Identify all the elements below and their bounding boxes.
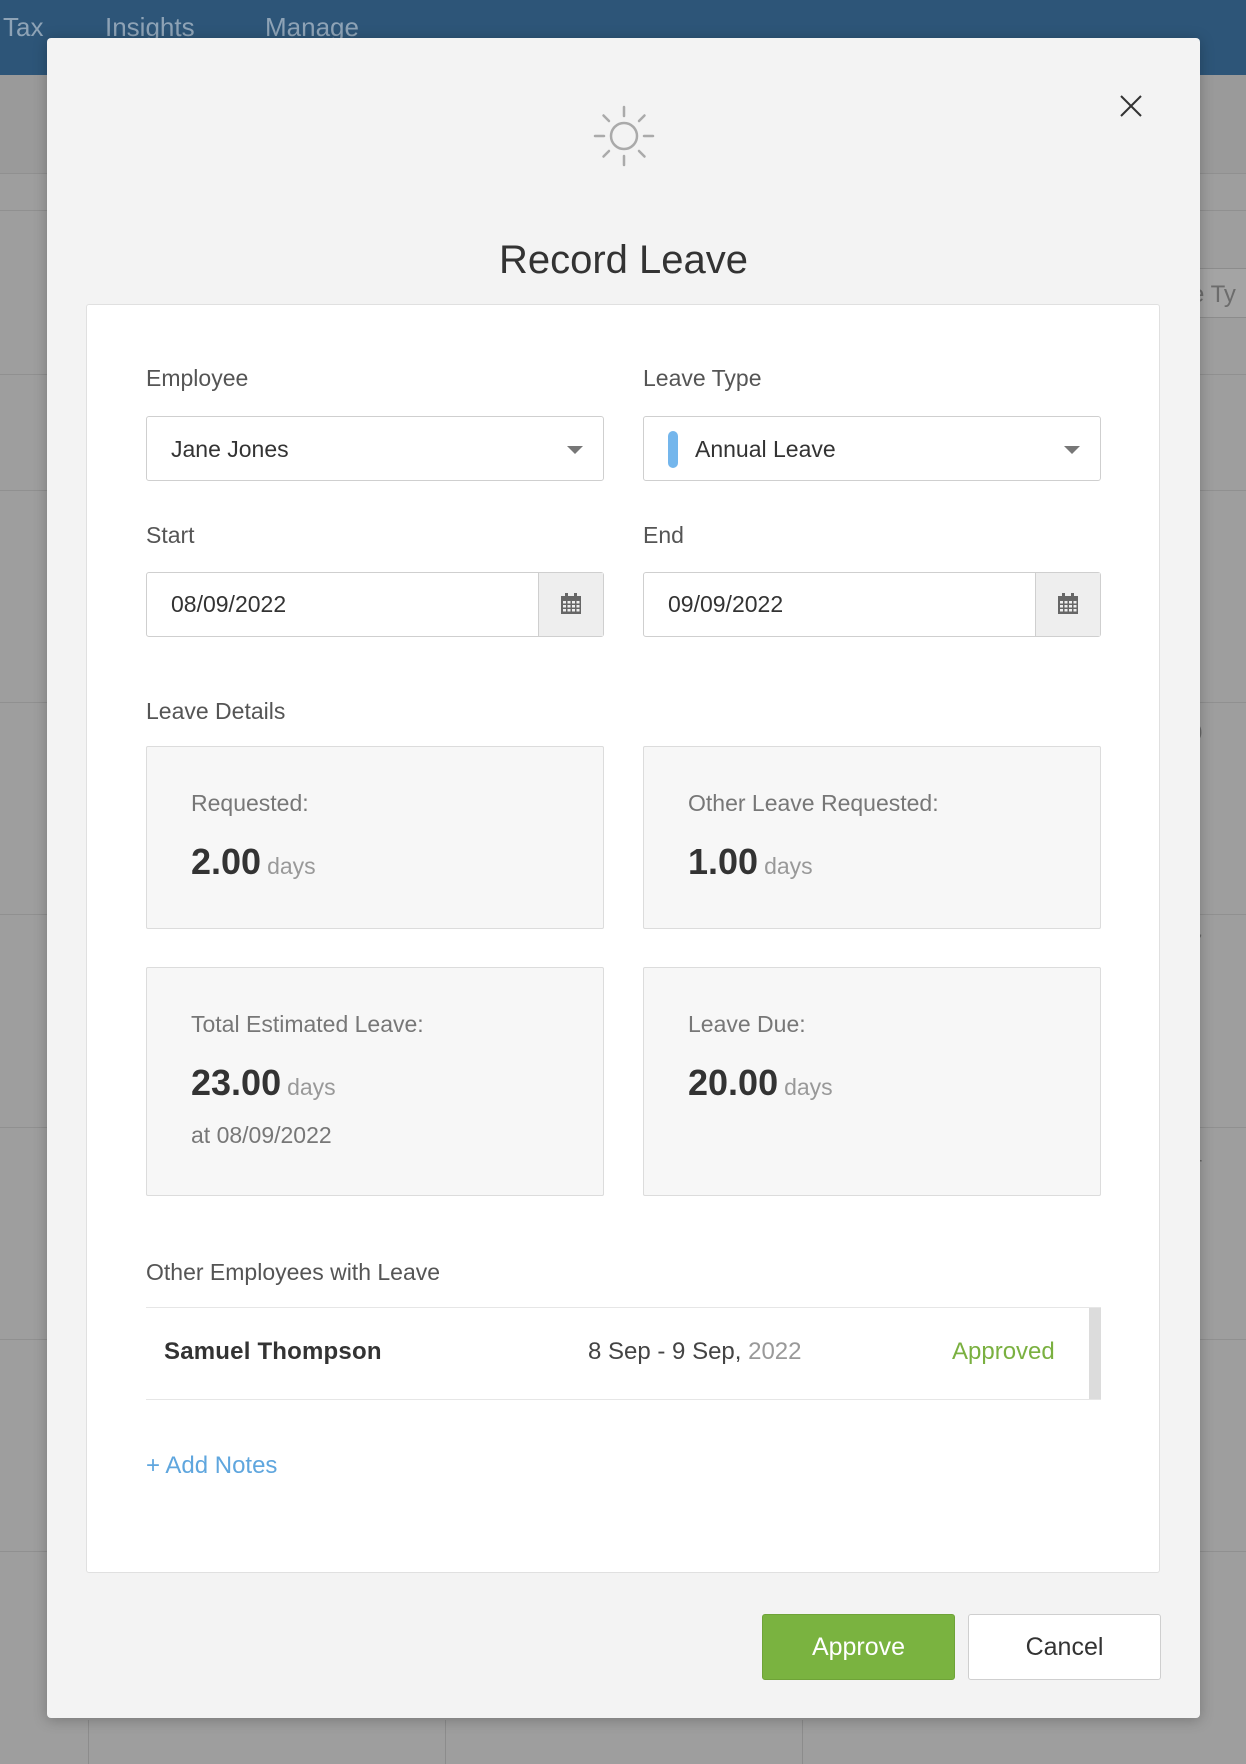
total-estimated-leave-value: 23.00 xyxy=(191,1062,282,1103)
leave-type-label: Leave Type xyxy=(643,365,762,391)
approve-button[interactable]: Approve xyxy=(762,1614,955,1680)
cancel-button[interactable]: Cancel xyxy=(968,1614,1161,1680)
leave-type-select-value: Annual Leave xyxy=(695,436,836,462)
start-date-input[interactable] xyxy=(147,573,537,636)
employee-select[interactable]: Jane Jones xyxy=(146,416,604,481)
leave-due-tile: Leave Due: 20.00 days xyxy=(643,967,1101,1196)
nav-item-tax[interactable]: Tax xyxy=(3,12,43,43)
modal-title: Record Leave xyxy=(498,238,749,282)
chevron-down-icon xyxy=(567,446,583,454)
close-button[interactable] xyxy=(1113,88,1149,124)
start-label: Start xyxy=(146,522,195,548)
background-column-line xyxy=(88,1720,89,1764)
other-employees-heading: Other Employees with Leave xyxy=(146,1259,441,1285)
requested-value-row: 2.00 days xyxy=(191,841,316,883)
leave-due-label: Leave Due: xyxy=(688,1011,806,1037)
leave-type-select[interactable]: Annual Leave xyxy=(643,416,1101,481)
end-label: End xyxy=(643,522,684,548)
other-employees-list: Samuel Thompson 8 Sep - 9 Sep, 2022 Appr… xyxy=(146,1307,1101,1400)
requested-label: Requested: xyxy=(191,790,309,816)
leave-due-value-row: 20.00 days xyxy=(688,1062,833,1104)
background-column-line xyxy=(445,1720,446,1764)
employee-label: Employee xyxy=(146,365,249,391)
other-leave-requested-value-row: 1.00 days xyxy=(688,841,813,883)
start-date-group xyxy=(146,572,604,637)
record-leave-modal: Record Leave Employee Jane Jones Leave T… xyxy=(47,38,1200,1718)
calendar-icon xyxy=(561,593,581,614)
total-estimated-leave-unit: days xyxy=(287,1074,336,1100)
calendar-icon xyxy=(1058,593,1078,614)
sun-icon xyxy=(593,105,655,167)
requested-value: 2.00 xyxy=(191,841,262,882)
leave-date-range: 8 Sep - 9 Sep, 2022 xyxy=(588,1338,802,1366)
end-date-group xyxy=(643,572,1101,637)
employee-select-value: Jane Jones xyxy=(171,436,289,462)
other-leave-requested-label: Other Leave Requested: xyxy=(688,790,939,816)
end-date-input[interactable] xyxy=(644,573,1034,636)
total-estimated-leave-label: Total Estimated Leave: xyxy=(191,1011,424,1037)
start-calendar-button[interactable] xyxy=(538,573,603,636)
leave-type-color-indicator xyxy=(668,431,678,468)
other-leave-requested-tile: Other Leave Requested: 1.00 days xyxy=(643,746,1101,929)
leave-dates: 8 Sep - 9 Sep, xyxy=(588,1338,742,1365)
add-notes-link[interactable]: + Add Notes xyxy=(146,1452,277,1480)
other-leave-requested-unit: days xyxy=(764,853,813,879)
employee-name: Samuel Thompson xyxy=(164,1338,382,1365)
close-icon[interactable] xyxy=(1113,88,1149,124)
end-calendar-button[interactable] xyxy=(1035,573,1100,636)
leave-details-heading: Leave Details xyxy=(146,698,286,724)
other-leave-requested-value: 1.00 xyxy=(688,841,759,882)
total-estimated-leave-value-row: 23.00 days xyxy=(191,1062,336,1104)
requested-tile: Requested: 2.00 days xyxy=(146,746,604,929)
leave-due-value: 20.00 xyxy=(688,1062,779,1103)
chevron-down-icon xyxy=(1064,446,1080,454)
requested-unit: days xyxy=(267,853,316,879)
leave-due-unit: days xyxy=(784,1074,833,1100)
scrollbar[interactable] xyxy=(1089,1308,1101,1399)
leave-year: 2022 xyxy=(748,1338,802,1365)
background-column-line xyxy=(802,1720,803,1764)
total-estimated-leave-date: at 08/09/2022 xyxy=(191,1122,332,1148)
total-estimated-leave-tile: Total Estimated Leave: 23.00 days at 08/0… xyxy=(146,967,604,1196)
status-badge: Approved xyxy=(952,1338,1055,1365)
